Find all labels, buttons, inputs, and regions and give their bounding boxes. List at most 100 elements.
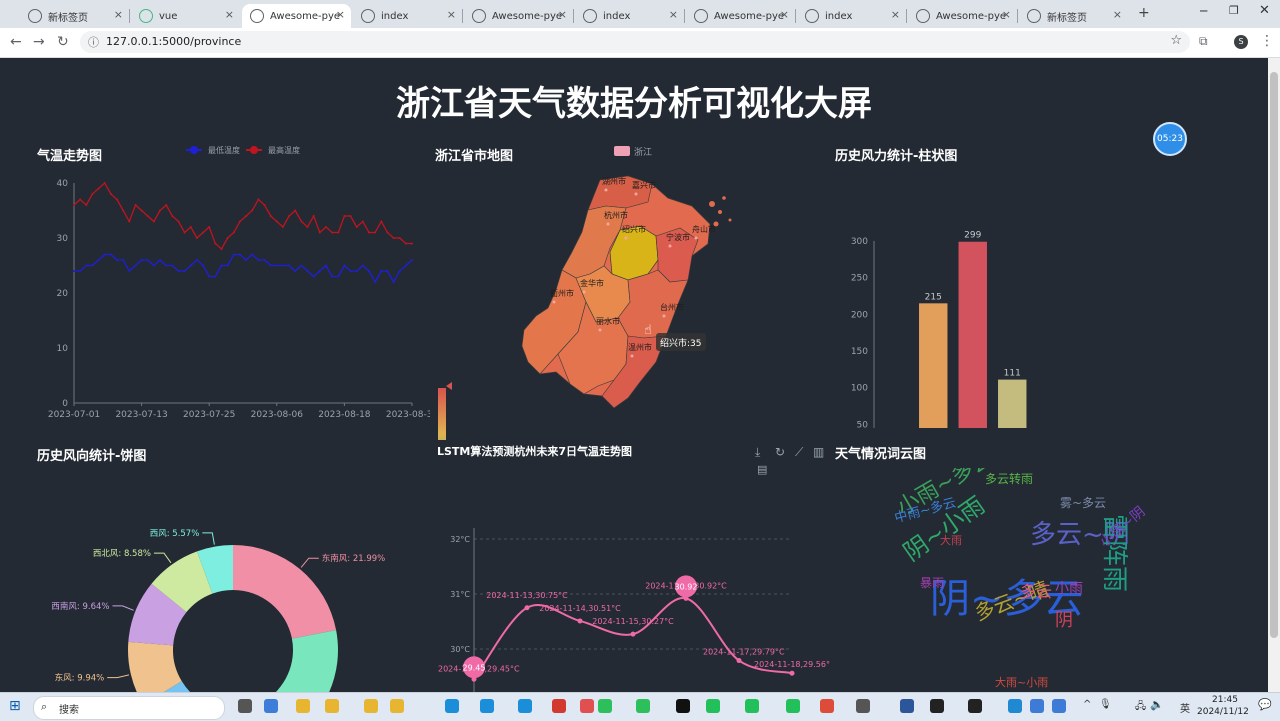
- data-point[interactable]: [257, 259, 260, 261]
- wordcloud-word[interactable]: 暴雨: [920, 574, 944, 591]
- wordcloud-word[interactable]: 小雨: [1055, 578, 1083, 598]
- data-point[interactable]: [251, 209, 254, 212]
- data-point[interactable]: [128, 220, 131, 223]
- data-point[interactable]: [97, 259, 100, 261]
- data-point[interactable]: [116, 259, 118, 261]
- data-point[interactable]: [159, 259, 161, 261]
- browser-tab[interactable]: index ×: [797, 4, 906, 28]
- data-point[interactable]: [91, 264, 94, 267]
- data-point[interactable]: [251, 253, 254, 256]
- city-dot[interactable]: [694, 236, 698, 240]
- data-point[interactable]: [288, 264, 291, 267]
- data-point[interactable]: [79, 270, 82, 272]
- data-point[interactable]: [73, 270, 75, 272]
- data-point[interactable]: [404, 264, 407, 267]
- data-point[interactable]: [343, 215, 346, 217]
- data-point[interactable]: [263, 259, 266, 261]
- data-point[interactable]: [109, 193, 112, 195]
- series-line[interactable]: [74, 253, 413, 284]
- bar-chart-icon[interactable]: ▥: [813, 445, 824, 459]
- tab-close-icon[interactable]: ×: [336, 8, 345, 21]
- url-field[interactable]: ⓘ 127.0.0.1:5000/province ☆: [80, 31, 1190, 53]
- word-icon[interactable]: [900, 699, 914, 713]
- city-dot[interactable]: [552, 300, 556, 304]
- data-point[interactable]: [411, 259, 413, 261]
- data-point[interactable]: [318, 270, 321, 272]
- data-point[interactable]: [288, 215, 291, 217]
- wordcloud-word[interactable]: 多云转雨: [985, 470, 1033, 487]
- data-point[interactable]: [159, 209, 161, 212]
- app-icon[interactable]: [264, 699, 278, 713]
- data-point[interactable]: [109, 253, 112, 256]
- pie-slice[interactable]: [233, 545, 337, 639]
- volume-icon[interactable]: 🔈: [1150, 698, 1164, 711]
- data-point[interactable]: [275, 220, 278, 223]
- bookmark-star-icon[interactable]: ☆: [1170, 33, 1182, 48]
- data-point[interactable]: [281, 226, 284, 228]
- data-point[interactable]: [374, 281, 377, 283]
- forward-icon[interactable]: →: [33, 34, 45, 50]
- data-point[interactable]: [306, 226, 309, 228]
- legend-marker[interactable]: [190, 146, 198, 154]
- data-point[interactable]: [306, 270, 309, 272]
- data-point[interactable]: [85, 264, 88, 267]
- tab-close-icon[interactable]: ×: [447, 8, 456, 21]
- data-point[interactable]: [630, 631, 636, 637]
- data-point[interactable]: [122, 259, 125, 261]
- legend-marker[interactable]: [250, 146, 258, 154]
- data-point[interactable]: [220, 264, 223, 267]
- wechat-icon[interactable]: [636, 699, 650, 713]
- visual-map-top-handle[interactable]: [446, 382, 452, 390]
- data-point[interactable]: [245, 215, 248, 217]
- data-point[interactable]: [392, 281, 395, 283]
- data-point[interactable]: [128, 270, 131, 272]
- data-point[interactable]: [226, 237, 229, 239]
- data-point[interactable]: [318, 231, 321, 234]
- data-point[interactable]: [331, 275, 334, 278]
- data-point[interactable]: [165, 264, 168, 267]
- data-point[interactable]: [300, 264, 303, 267]
- city-dot[interactable]: [604, 188, 608, 192]
- data-point[interactable]: [134, 264, 137, 267]
- data-point[interactable]: [232, 253, 235, 256]
- wordcloud-word[interactable]: 阴: [1055, 606, 1073, 632]
- tab-close-icon[interactable]: ×: [225, 8, 234, 21]
- pie-slice[interactable]: [263, 630, 338, 692]
- tab-close-icon[interactable]: ×: [780, 8, 789, 21]
- start-icon[interactable]: ⊞: [9, 698, 21, 714]
- data-point[interactable]: [325, 226, 327, 228]
- edge-icon[interactable]: [445, 699, 459, 713]
- data-point[interactable]: [380, 270, 383, 272]
- minimize-icon[interactable]: ─: [1200, 4, 1207, 18]
- data-point[interactable]: [171, 264, 174, 267]
- data-point[interactable]: [404, 242, 407, 245]
- app-icon[interactable]: [580, 699, 594, 713]
- data-point[interactable]: [257, 198, 260, 201]
- city-dot[interactable]: [582, 290, 586, 294]
- wordcloud-word[interactable]: 大雨~小雨: [995, 674, 1048, 690]
- data-point[interactable]: [103, 182, 106, 184]
- data-point[interactable]: [152, 264, 155, 267]
- tab-close-icon[interactable]: ×: [1002, 8, 1011, 21]
- app-icon[interactable]: [1030, 699, 1044, 713]
- data-point[interactable]: [343, 264, 346, 267]
- file-explorer-icon[interactable]: [390, 699, 404, 713]
- data-point[interactable]: [355, 226, 358, 228]
- data-point[interactable]: [140, 209, 143, 212]
- data-point[interactable]: [238, 220, 241, 223]
- browser-tab[interactable]: Awesome-pyech×: [464, 4, 573, 28]
- page-scrollbar[interactable]: [1268, 58, 1280, 692]
- city-dot[interactable]: [662, 314, 666, 318]
- data-point[interactable]: [152, 220, 155, 223]
- visual-map-bar[interactable]: [438, 388, 446, 440]
- data-point[interactable]: [368, 270, 370, 272]
- data-point[interactable]: [380, 220, 383, 223]
- data-point[interactable]: [312, 275, 315, 278]
- tab-close-icon[interactable]: ×: [1113, 8, 1122, 21]
- tab-close-icon[interactable]: ×: [114, 8, 123, 21]
- map-legend-swatch[interactable]: [614, 146, 630, 156]
- taskbar-time[interactable]: 21:45: [1212, 695, 1238, 705]
- tray-chevron-icon[interactable]: ^: [1083, 699, 1091, 710]
- data-point[interactable]: [220, 248, 223, 250]
- tab-close-icon[interactable]: ×: [891, 8, 900, 21]
